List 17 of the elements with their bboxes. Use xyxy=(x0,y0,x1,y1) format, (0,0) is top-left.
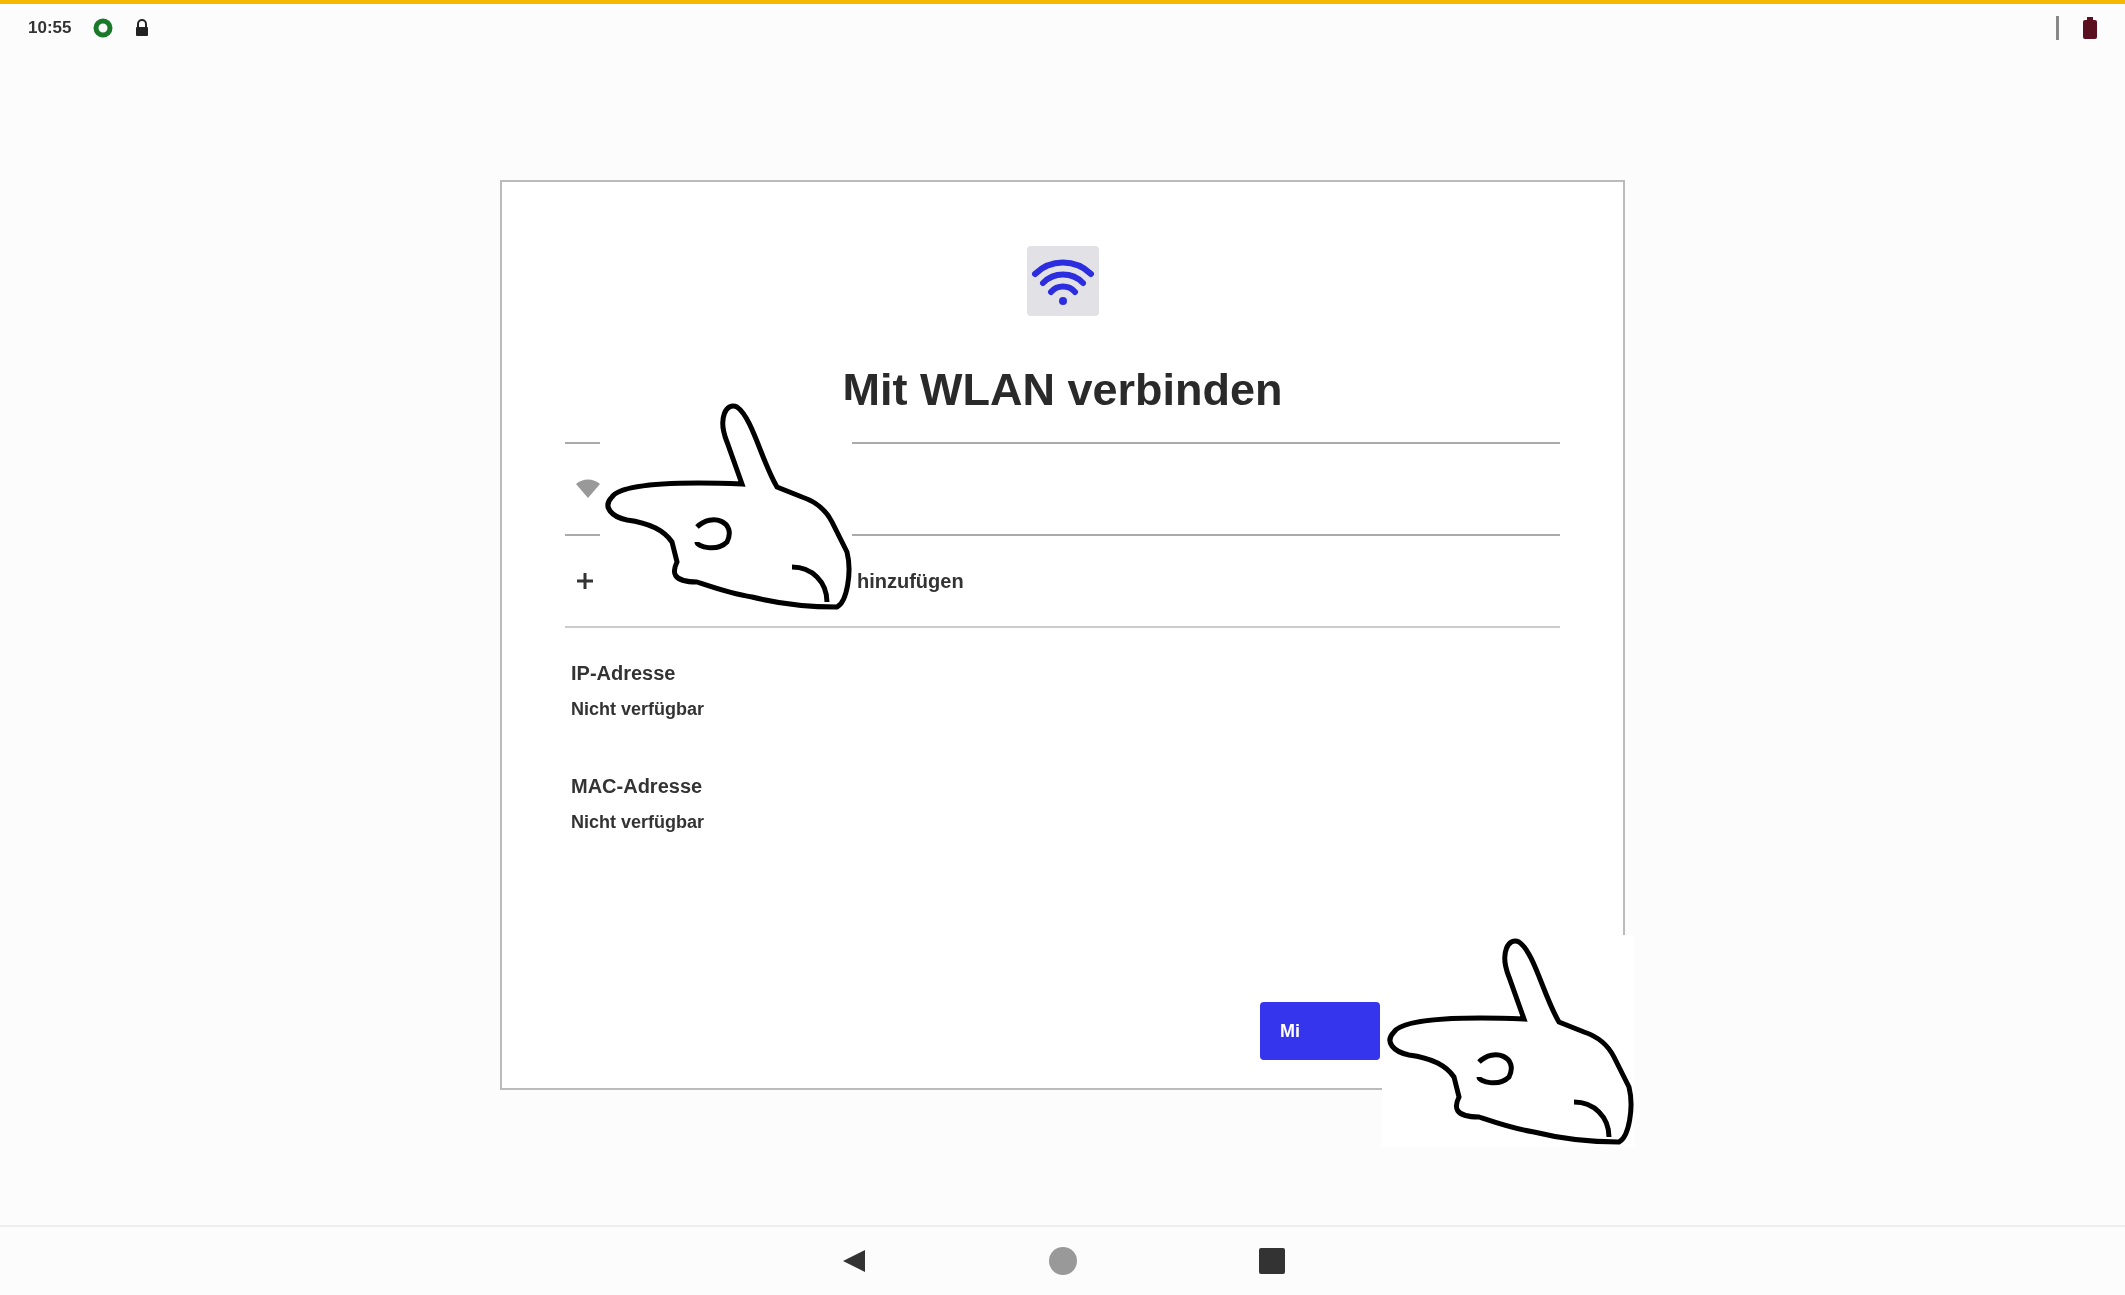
wifi-icon xyxy=(1026,246,1099,316)
add-network-label[interactable]: hinzufügen xyxy=(857,565,964,596)
lock-status-icon xyxy=(135,19,150,37)
detail-label: MAC-Adresse xyxy=(571,773,704,799)
signal-icon xyxy=(2055,16,2061,40)
recents-icon[interactable] xyxy=(1258,1248,1285,1274)
detail-value: Nicht verfügbar xyxy=(571,810,706,834)
wifi-signal-icon xyxy=(575,477,601,500)
status-time: 10:55 xyxy=(28,17,72,40)
dialog-title: Mit WLAN verbinden xyxy=(842,363,1283,417)
detail-label: IP-Adresse xyxy=(571,660,677,686)
plus-icon xyxy=(575,570,595,591)
home-icon[interactable] xyxy=(1046,1245,1079,1277)
detail-value: Nicht verfügbar xyxy=(571,697,706,721)
circle-status-icon xyxy=(93,18,114,38)
battery-icon xyxy=(2083,17,2097,39)
connect-button[interactable]: Mi xyxy=(1260,1002,1380,1060)
